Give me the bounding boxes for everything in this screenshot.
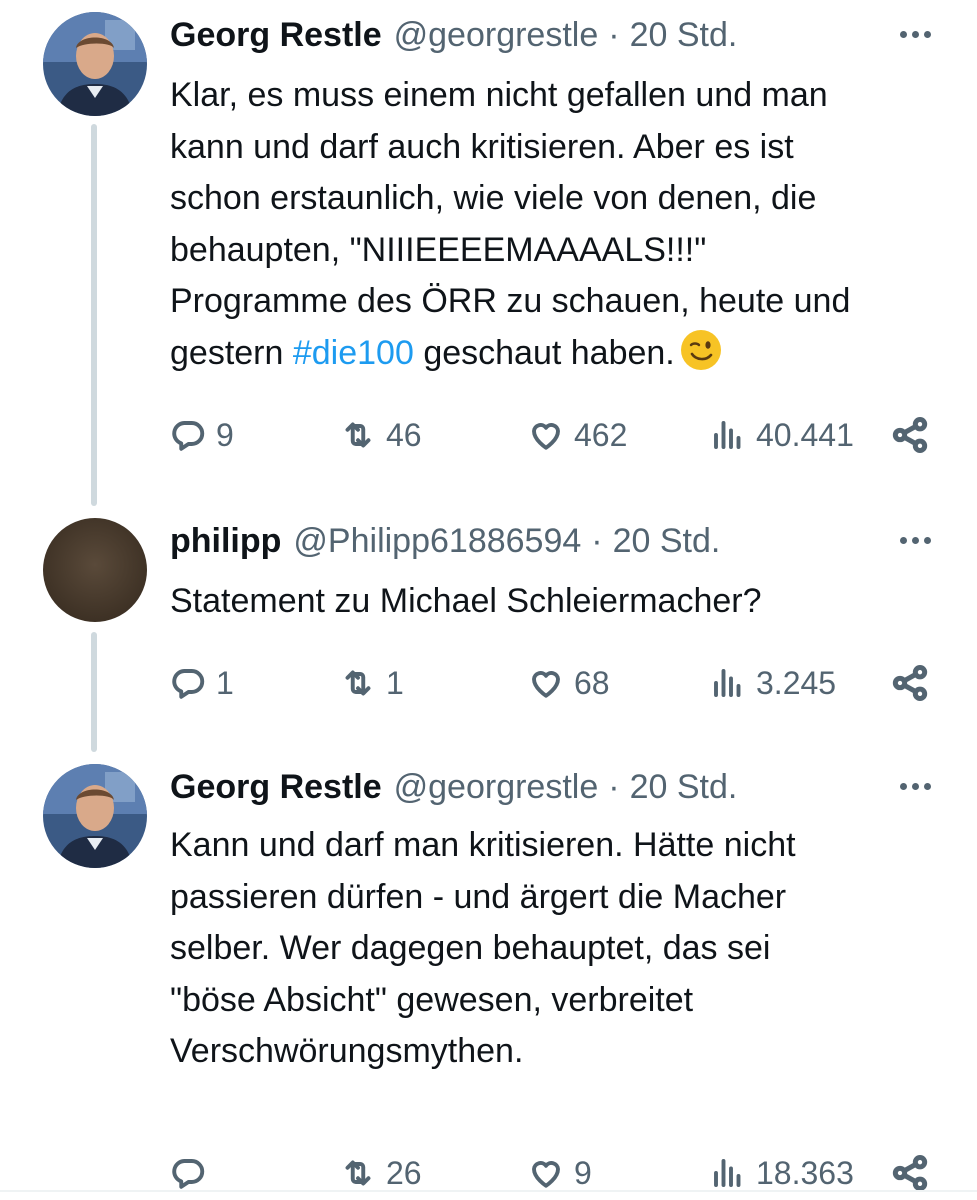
tweet-actions: 1 1 68 3.245	[170, 658, 940, 708]
timestamp[interactable]: 20 Std.	[630, 16, 738, 55]
heart-icon	[528, 417, 564, 453]
tweet-header: Georg Restle @georgrestle · 20 Std.	[170, 764, 937, 810]
views-count: 40.441	[756, 416, 854, 453]
share-icon	[890, 415, 930, 455]
share-button[interactable]	[890, 415, 930, 455]
author-name[interactable]: Georg Restle	[170, 16, 382, 55]
tweet[interactable]: philipp @Philipp61886594 · 20 Std. State…	[0, 518, 977, 752]
separator: ·	[608, 767, 620, 806]
timestamp[interactable]: 20 Std.	[630, 768, 738, 807]
retweet-button[interactable]: 46	[340, 410, 422, 460]
author-name[interactable]: Georg Restle	[170, 768, 382, 807]
views-icon	[710, 665, 746, 701]
tweet-text: Statement zu Michael Schleiermacher?	[170, 582, 762, 620]
retweet-count: 1	[386, 664, 404, 701]
separator: ·	[591, 521, 603, 560]
tweet-header: Georg Restle @georgrestle · 20 Std.	[170, 12, 937, 58]
like-button[interactable]: 68	[528, 658, 610, 708]
share-button[interactable]	[890, 1153, 930, 1193]
views-button[interactable]: 3.245	[710, 658, 836, 708]
reply-count: 1	[216, 664, 234, 701]
author-name[interactable]: philipp	[170, 522, 281, 561]
share-icon	[890, 1153, 930, 1193]
retweet-count: 46	[386, 416, 422, 453]
winking-face-emoji	[679, 328, 723, 372]
tweet-text: Kann und darf man kritisieren. Hätte nic…	[170, 826, 796, 1070]
like-count: 462	[574, 416, 628, 453]
reply-button[interactable]: 9	[170, 410, 234, 460]
like-count: 68	[574, 664, 610, 701]
author-handle[interactable]: @georgrestle	[394, 16, 599, 55]
views-button[interactable]: 40.441	[710, 410, 854, 460]
tweet-actions: 9 46 462 40.441	[170, 410, 940, 460]
reply-icon	[170, 1155, 206, 1191]
retweet-icon	[340, 1155, 376, 1191]
views-count: 18.363	[756, 1154, 854, 1191]
thread-line	[91, 632, 97, 752]
tweet[interactable]: Georg Restle @georgrestle · 20 Std. Kann…	[0, 764, 977, 1191]
like-count: 9	[574, 1154, 592, 1191]
more-options-icon[interactable]	[893, 14, 937, 54]
tweet-header: philipp @Philipp61886594 · 20 Std.	[170, 518, 937, 564]
tweet-text-part: Klar, es muss einem nicht gefallen und m…	[170, 76, 851, 372]
author-handle[interactable]: @Philipp61886594	[293, 522, 581, 561]
more-options-icon[interactable]	[893, 766, 937, 806]
views-icon	[710, 1155, 746, 1191]
reply-icon	[170, 417, 206, 453]
views-icon	[710, 417, 746, 453]
avatar[interactable]	[43, 764, 147, 868]
timestamp[interactable]: 20 Std.	[613, 522, 721, 561]
hashtag-link[interactable]: #die100	[293, 334, 414, 372]
author-handle[interactable]: @georgrestle	[394, 768, 599, 807]
tweet-text: Klar, es muss einem nicht gefallen und m…	[170, 70, 940, 379]
more-options-icon[interactable]	[893, 520, 937, 560]
heart-icon	[528, 665, 564, 701]
retweet-count: 26	[386, 1154, 422, 1191]
retweet-icon	[340, 417, 376, 453]
reply-button[interactable]: 1	[170, 658, 234, 708]
divider	[0, 1190, 977, 1192]
share-button[interactable]	[890, 663, 930, 703]
views-count: 3.245	[756, 664, 837, 701]
retweet-button[interactable]: 1	[340, 658, 404, 708]
avatar[interactable]	[43, 518, 147, 622]
reply-count: 9	[216, 416, 234, 453]
heart-icon	[528, 1155, 564, 1191]
retweet-icon	[340, 665, 376, 701]
thread-line	[91, 124, 97, 506]
like-button[interactable]: 462	[528, 410, 627, 460]
share-icon	[890, 663, 930, 703]
tweet[interactable]: Georg Restle @georgrestle · 20 Std. Klar…	[0, 12, 977, 506]
avatar[interactable]	[43, 12, 147, 116]
tweet-text-part: geschaut haben.	[413, 333, 675, 372]
separator: ·	[608, 15, 620, 54]
reply-icon	[170, 665, 206, 701]
